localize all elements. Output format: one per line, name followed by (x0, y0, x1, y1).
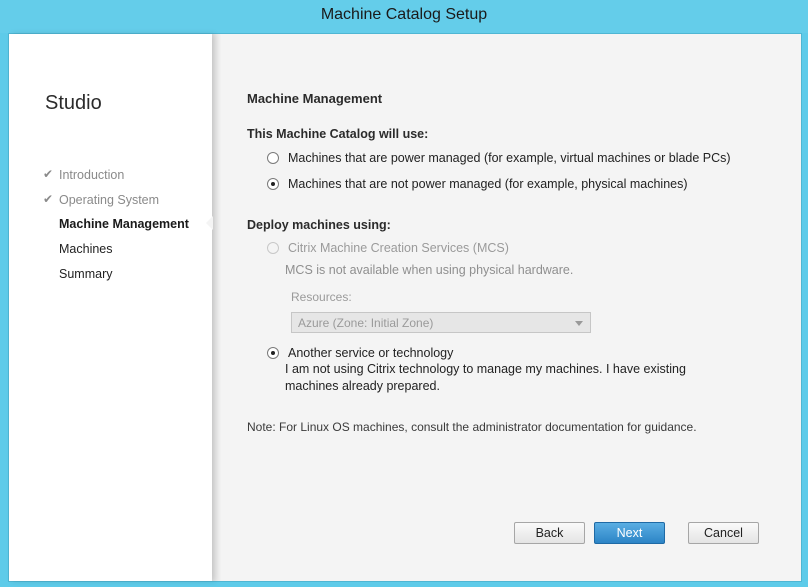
cancel-button[interactable]: Cancel (688, 522, 759, 544)
chevron-down-icon (575, 321, 583, 326)
mcs-description: MCS is not available when using physical… (285, 263, 574, 277)
step-machines: Machines (59, 242, 113, 256)
radio-button[interactable] (267, 152, 279, 164)
checkmark-icon: ✔ (43, 192, 54, 206)
radio-label: Citrix Machine Creation Services (MCS) (288, 241, 509, 255)
another-service-description: I am not using Citrix technology to mana… (285, 362, 686, 393)
step-label: Summary (59, 267, 113, 281)
radio-button[interactable] (267, 242, 279, 254)
radio-label: Another service or technology (288, 346, 454, 360)
step-operating-system[interactable]: ✔ Operating System (43, 192, 160, 207)
step-introduction[interactable]: ✔ Introduction (43, 167, 125, 182)
active-step-pointer-icon (206, 216, 213, 230)
wizard-frame: Studio ✔ Introduction ✔ Operating System… (8, 33, 802, 582)
radio-button[interactable] (267, 178, 279, 190)
deploy-section-label: Deploy machines using: (247, 218, 391, 232)
radio-label: Machines that are not power managed (for… (288, 177, 688, 191)
step-summary: Summary (59, 267, 112, 281)
radio-button[interactable] (267, 347, 279, 359)
sidebar-brand: Studio (45, 92, 102, 114)
wizard-sidebar: Studio ✔ Introduction ✔ Operating System… (9, 34, 212, 581)
step-label: Machine Management (59, 217, 189, 231)
checkmark-icon: ✔ (43, 167, 54, 181)
back-button[interactable]: Back (514, 522, 585, 544)
sidebar-shadow (212, 34, 222, 581)
radio-label: Machines that are power managed (for exa… (288, 151, 731, 165)
resources-select[interactable]: Azure (Zone: Initial Zone) (291, 312, 591, 333)
linux-note: Note: For Linux OS machines, consult the… (247, 420, 697, 434)
window-title: Machine Catalog Setup (320, 6, 488, 23)
step-label: Machines (59, 242, 113, 256)
resources-value: Azure (Zone: Initial Zone) (298, 316, 434, 330)
step-label: Introduction (59, 168, 125, 182)
step-machine-management[interactable]: Machine Management (59, 217, 189, 231)
next-button[interactable]: Next (594, 522, 665, 544)
page-heading: Machine Management (247, 91, 383, 106)
window-titlebar: Machine Catalog Setup (0, 0, 808, 33)
catalog-section-label: This Machine Catalog will use: (247, 127, 429, 141)
step-label: Operating System (59, 193, 160, 207)
resources-label: Resources: (291, 290, 352, 304)
